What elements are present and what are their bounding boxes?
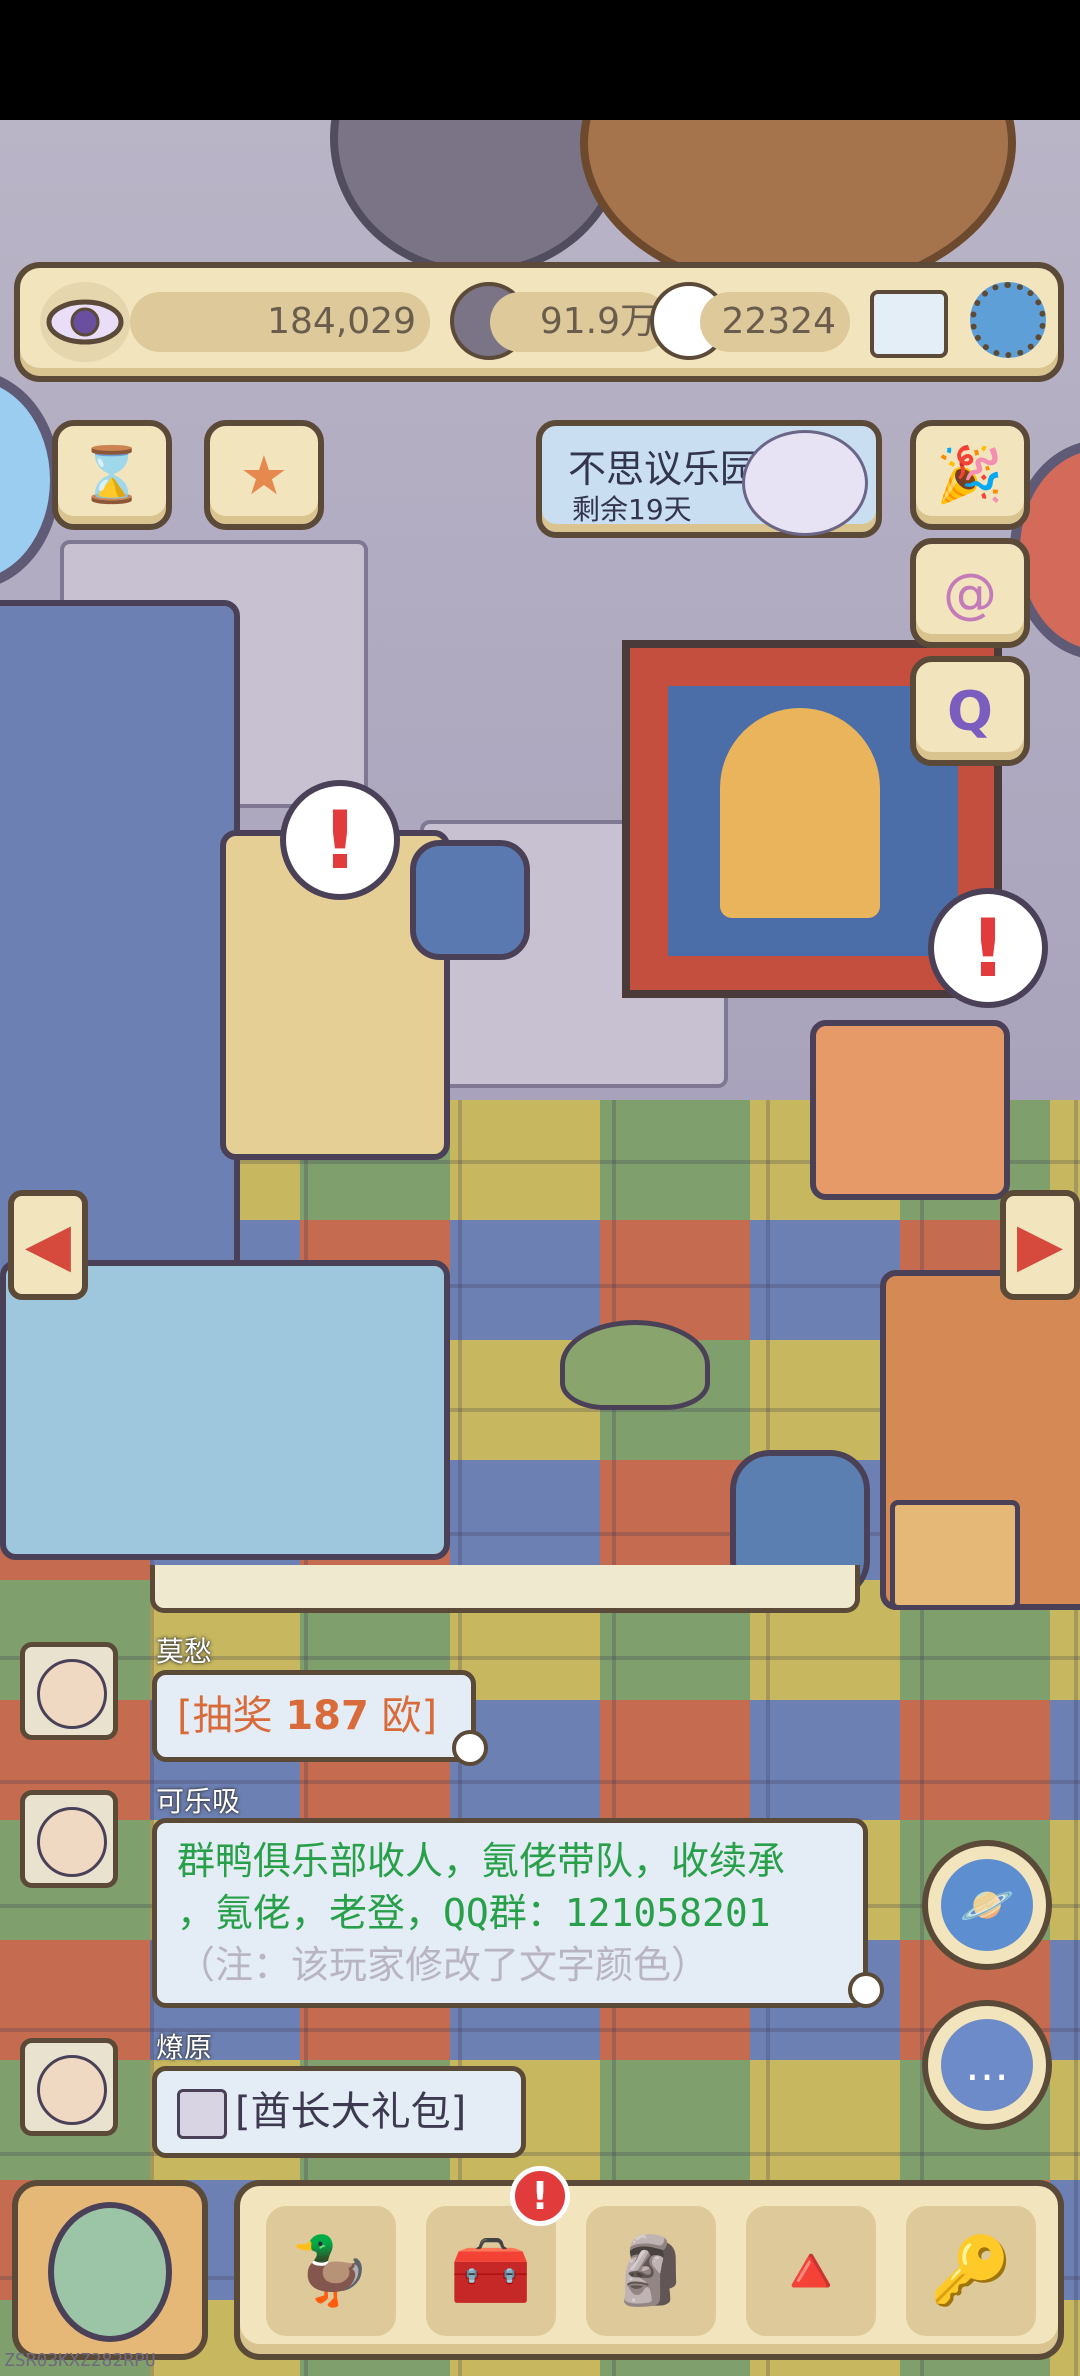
planet-button[interactable]: 🪐: [922, 1840, 1052, 1970]
party-popper-button[interactable]: 🎉: [910, 420, 1030, 530]
key-coin-icon: 🔑: [929, 2232, 1013, 2309]
q-button[interactable]: Q: [910, 656, 1030, 766]
alarm-button-device[interactable]: [410, 840, 530, 960]
gear-icon[interactable]: [970, 282, 1046, 358]
eye-icon[interactable]: [40, 282, 130, 362]
eye-count: 184,029: [130, 292, 430, 352]
bubble-tail: [848, 1972, 884, 2008]
chat-bubble-icon: …: [941, 2019, 1033, 2111]
gift-pack-icon: [177, 2089, 227, 2139]
bottom-nav-bar: 🦆 🧰 ! 🗿 🔺 🔑: [234, 2166, 1064, 2360]
dna-capsule-machine[interactable]: [0, 1260, 450, 1560]
clover-plate-icon: [48, 2202, 172, 2342]
nav-duck-pet[interactable]: 🦆: [266, 2206, 396, 2336]
chat-username: 可乐吸: [156, 1785, 241, 1818]
device-id: ZSR03KXZ282RPU: [4, 2350, 156, 2371]
q-icon: Q: [947, 679, 993, 743]
turtle-pet[interactable]: [560, 1320, 710, 1410]
scroll-right-arrow[interactable]: ▶: [1000, 1190, 1080, 1300]
statue-bust-icon: 🗿: [609, 2232, 693, 2309]
currency2-amount: 22324: [700, 292, 850, 352]
lottery-prefix: [抽奖: [177, 1693, 286, 1739]
chat-bubble-recruit[interactable]: 群鸭俱乐部收人，氪佬带队，收续承 ，氪佬，老登，QQ群：121058201 （注…: [152, 1818, 868, 2008]
chat-note: （注：该玩家修改了文字颜色）: [177, 1943, 710, 1987]
toolbox-icon: 🧰: [449, 2232, 533, 2309]
nav-statue[interactable]: 🗿: [586, 2206, 716, 2336]
pixel-duck: [720, 708, 880, 918]
nav-pyramid[interactable]: 🔺: [746, 2206, 876, 2336]
gift-text: [酋长大礼包]: [235, 2089, 467, 2135]
event-remaining: 剩余19天: [572, 493, 692, 526]
avatar[interactable]: [20, 2038, 118, 2136]
party-popper-icon: 🎉: [936, 443, 1004, 506]
snail-button[interactable]: @: [910, 538, 1030, 648]
event-banner[interactable]: 不思议乐园 剩余19天: [536, 420, 882, 538]
chat-line: ，氪佬，老登，QQ群：121058201: [177, 1891, 771, 1935]
alert-bubble-workbench[interactable]: !: [928, 888, 1048, 1008]
snail-icon: @: [943, 561, 997, 625]
planet-icon: 🪐: [941, 1859, 1033, 1951]
avatar[interactable]: [20, 1642, 118, 1740]
mail-icon[interactable]: [870, 290, 948, 358]
chat-message-partial: [150, 1565, 860, 1613]
chat-line: 群鸭俱乐部收人，氪佬带队，收续承: [177, 1839, 786, 1883]
lottery-suffix: 欧]: [368, 1693, 438, 1739]
hourglass-button[interactable]: ⌛: [52, 420, 172, 530]
chat-username: 燎原: [156, 2031, 213, 2064]
hourglass-icon: ⌛: [78, 443, 146, 506]
bubble-tail: [452, 1730, 488, 1766]
status-bar: [0, 0, 1080, 120]
shell-workbench[interactable]: [810, 1020, 1010, 1200]
lottery-number: 187: [285, 1693, 369, 1739]
cardboard-box: [890, 1500, 1020, 1610]
duck-pet-icon: 🦆: [289, 2232, 373, 2309]
avatar[interactable]: [20, 1790, 118, 1888]
star-button[interactable]: ★: [204, 420, 324, 530]
notification-badge: !: [510, 2166, 570, 2226]
scroll-left-arrow[interactable]: ◀: [8, 1190, 88, 1300]
chat-username: 莫愁: [156, 1635, 213, 1668]
star-icon: ★: [239, 443, 289, 507]
resource-bar: 184,029 91.9万 22324: [14, 262, 1064, 382]
currency1-amount: 91.9万: [490, 292, 670, 352]
chat-button[interactable]: …: [922, 2000, 1052, 2130]
event-character-portrait: [742, 430, 868, 536]
pyramid-eye-icon: 🔺: [769, 2232, 853, 2309]
chat-bubble-lottery[interactable]: [抽奖 187 欧]: [152, 1670, 476, 1762]
alert-bubble-console[interactable]: !: [280, 780, 400, 900]
nav-key-coin[interactable]: 🔑: [906, 2206, 1036, 2336]
porthole-window: [0, 370, 60, 590]
plate-button[interactable]: [12, 2180, 208, 2360]
chat-bubble-gift[interactable]: [酋长大礼包]: [152, 2066, 526, 2158]
event-title: 不思议乐园: [568, 447, 759, 491]
